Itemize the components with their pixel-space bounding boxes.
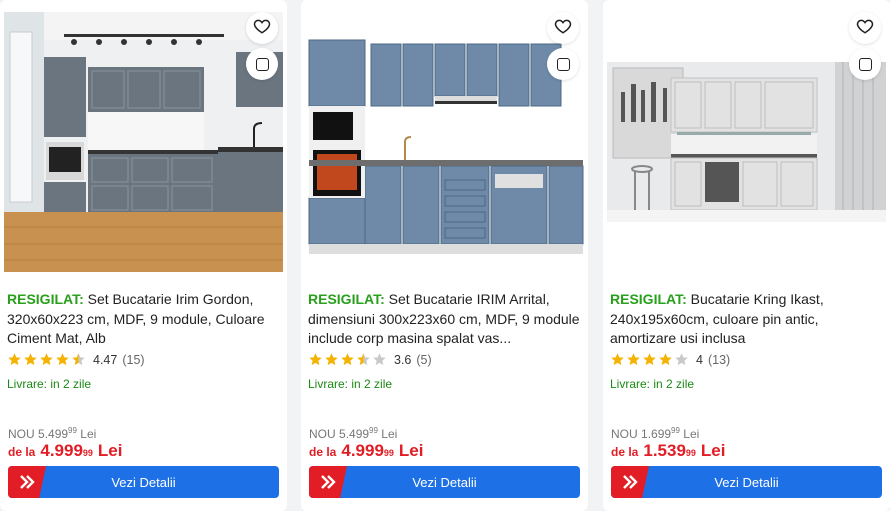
old-price-currency: Lei — [683, 427, 700, 441]
details-button[interactable]: Vezi Detalii — [611, 466, 882, 498]
star-icon — [675, 353, 688, 366]
star-icon — [341, 353, 354, 366]
delivery-info: Livrare: in 2 zile — [308, 377, 393, 391]
old-price-int: 5.499 — [38, 427, 69, 441]
price-prefix: de la — [309, 445, 337, 459]
old-price-prefix: NOU — [8, 427, 35, 441]
product-card: RESIGILAT: Set Bucatarie IRIM Arrital, d… — [301, 0, 588, 511]
details-button[interactable]: Vezi Detalii — [309, 466, 580, 498]
old-price-int: 5.499 — [339, 427, 370, 441]
product-image[interactable] — [607, 12, 886, 272]
star-rating — [308, 352, 388, 367]
current-price: de la 4.999 99 Lei — [309, 441, 423, 461]
price-int: 1.539 — [643, 441, 686, 460]
star-icon — [373, 353, 386, 366]
price-dec: 99 — [82, 448, 93, 458]
old-price: NOU 5.49999 Lei — [309, 426, 397, 441]
rating: 3.6 (5) — [308, 352, 432, 367]
resigilat-tag: RESIGILAT: — [610, 291, 687, 307]
star-icon — [611, 353, 624, 366]
delivery-info: Livrare: in 2 zile — [610, 377, 695, 391]
heart-icon — [856, 17, 874, 40]
favorite-button[interactable] — [849, 12, 881, 44]
old-price-int: 1.699 — [641, 427, 672, 441]
product-card: RESIGILAT: Set Bucatarie Irim Gordon, 32… — [0, 0, 287, 511]
product-title[interactable]: RESIGILAT: Set Bucatarie IRIM Arrital, d… — [308, 290, 583, 349]
star-icon — [659, 353, 672, 366]
price-dec: 99 — [685, 448, 696, 458]
delivery-info: Livrare: in 2 zile — [7, 377, 92, 391]
rating-value: 3.6 — [394, 352, 412, 367]
star-icon — [309, 353, 322, 366]
heart-icon — [253, 17, 271, 40]
old-price-prefix: NOU — [611, 427, 638, 441]
star-icon — [357, 353, 370, 366]
old-price-currency: Lei — [80, 427, 97, 441]
details-button-label: Vezi Detalii — [714, 474, 779, 490]
old-price-dec: 99 — [369, 426, 378, 435]
old-price-dec: 99 — [671, 426, 680, 435]
star-icon — [40, 353, 53, 366]
checkbox-icon — [255, 57, 269, 71]
double-chevron-right-icon — [611, 466, 649, 498]
current-price: de la 1.539 99 Lei — [611, 441, 725, 461]
price-currency: Lei — [97, 441, 123, 460]
star-icon — [72, 353, 85, 366]
star-rating — [7, 352, 87, 367]
product-title[interactable]: RESIGILAT: Bucatarie Kring Ikast, 240x19… — [610, 290, 885, 349]
favorite-button[interactable] — [246, 12, 278, 44]
details-button[interactable]: Vezi Detalii — [8, 466, 279, 498]
old-price-dec: 99 — [68, 426, 77, 435]
star-icon — [643, 353, 656, 366]
rating-count[interactable]: (13) — [708, 353, 730, 367]
details-button-label: Vezi Detalii — [111, 474, 176, 490]
rating-value: 4.47 — [93, 352, 118, 367]
rating-count[interactable]: (5) — [416, 353, 431, 367]
rating-value: 4 — [696, 352, 703, 367]
compare-button[interactable] — [547, 48, 579, 80]
double-chevron-right-icon — [309, 466, 347, 498]
resigilat-tag: RESIGILAT: — [308, 291, 385, 307]
star-icon — [8, 353, 21, 366]
rating-count[interactable]: (15) — [122, 353, 144, 367]
double-chevron-right-icon — [8, 466, 46, 498]
checkbox-icon — [858, 57, 872, 71]
resigilat-tag: RESIGILAT: — [7, 291, 84, 307]
heart-icon — [554, 17, 572, 40]
star-icon — [627, 353, 640, 366]
current-price: de la 4.999 99 Lei — [8, 441, 122, 461]
rating: 4 (13) — [610, 352, 730, 367]
checkbox-icon — [556, 57, 570, 71]
price-int: 4.999 — [341, 441, 384, 460]
compare-button[interactable] — [246, 48, 278, 80]
star-icon — [56, 353, 69, 366]
star-rating — [610, 352, 690, 367]
product-image[interactable] — [4, 12, 283, 272]
details-button-label: Vezi Detalii — [412, 474, 477, 490]
price-dec: 99 — [383, 448, 394, 458]
price-prefix: de la — [611, 445, 639, 459]
old-price-prefix: NOU — [309, 427, 336, 441]
price-prefix: de la — [8, 445, 36, 459]
favorite-button[interactable] — [547, 12, 579, 44]
old-price: NOU 5.49999 Lei — [8, 426, 96, 441]
star-icon — [325, 353, 338, 366]
price-currency: Lei — [700, 441, 726, 460]
product-image[interactable] — [305, 12, 584, 272]
price-currency: Lei — [398, 441, 424, 460]
star-icon — [24, 353, 37, 366]
product-card: RESIGILAT: Bucatarie Kring Ikast, 240x19… — [603, 0, 890, 511]
old-price-currency: Lei — [381, 427, 398, 441]
price-int: 4.999 — [40, 441, 83, 460]
old-price: NOU 1.69999 Lei — [611, 426, 699, 441]
rating: 4.47 (15) — [7, 352, 145, 367]
product-title[interactable]: RESIGILAT: Set Bucatarie Irim Gordon, 32… — [7, 290, 282, 349]
compare-button[interactable] — [849, 48, 881, 80]
